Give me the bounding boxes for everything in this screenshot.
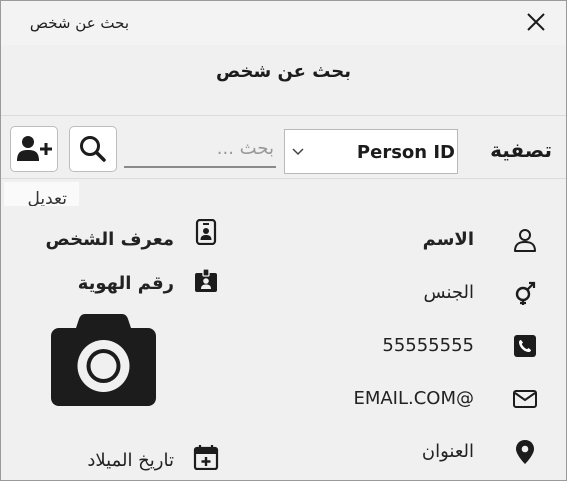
window-title: بحث عن شخص [29,14,129,32]
phone-icon [512,333,538,359]
search-input[interactable] [124,130,276,168]
page-title: بحث عن شخص [215,61,352,82]
location-pin-icon [512,439,538,465]
tab-edit-label: تعديل [27,189,67,206]
filter-type-select[interactable]: Person ID [284,129,458,174]
close-icon[interactable] [525,11,547,33]
user-icon [512,227,538,253]
tab-edit[interactable]: تعديل [4,182,79,206]
national-id-label: رقم الهوية [77,273,174,294]
add-person-button[interactable] [10,126,58,172]
search-icon [80,136,106,162]
header-divider [1,115,566,116]
badge-icon [193,219,219,245]
gender-icon [512,280,538,306]
calendar-plus-icon [193,444,219,470]
search-button[interactable] [69,126,117,172]
title-bar: بحث عن شخص [1,1,566,45]
email-value: EMAIL.COM@ [353,388,474,409]
address-label: العنوان [421,441,474,462]
search-person-window: بحث عن شخص بحث عن شخص تصفية Person ID تع… [0,0,567,481]
add-person-icon [17,136,52,161]
phone-value: 55555555 [382,335,474,356]
toolbar-divider [1,178,566,179]
envelope-icon [512,386,538,412]
gender-label: الجنس [423,282,474,303]
person-id-label: معرف الشخص [45,229,174,250]
id-card-icon [193,268,219,294]
filter-selected-value: Person ID [356,142,455,163]
birthdate-label: تاريخ الميلاد [87,450,174,471]
chevron-down-icon [292,148,304,156]
name-label: الاسم [422,229,474,250]
camera-icon [51,314,156,406]
filter-label: تصفية [490,138,552,162]
